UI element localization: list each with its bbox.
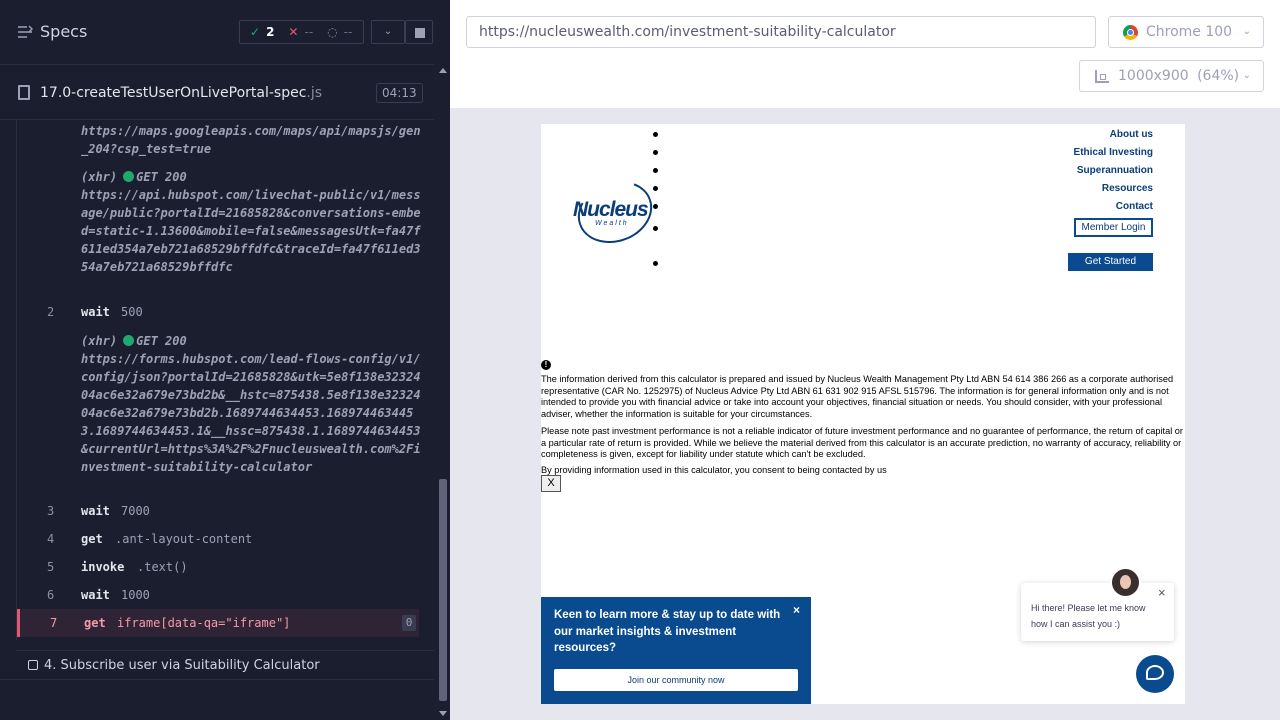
failed-count: --: [304, 25, 314, 39]
chevron-down-icon: ⌄: [1242, 26, 1251, 37]
specs-header: Specs ✓ 2 ✕ -- ◌ -- ⌄: [0, 0, 450, 64]
list-bullet: [653, 226, 658, 231]
stop-button[interactable]: [405, 20, 433, 44]
spec-duration: 04:13: [376, 83, 423, 103]
chrome-icon: [1123, 25, 1138, 40]
nav-link-about[interactable]: About us: [1110, 129, 1153, 140]
ruler-icon: [1095, 70, 1109, 83]
info-icon: !: [541, 360, 551, 370]
close-icon[interactable]: ×: [793, 603, 800, 617]
xhr-log-entry[interactable]: (xhr) GET 200 https://forms.hubspot.com/le…: [81, 332, 421, 476]
chat-message-bubble[interactable]: Hi there! Please let me know how I can a…: [1021, 583, 1174, 641]
list-bullet: [653, 261, 658, 266]
chevron-down-icon: ⌄: [1242, 70, 1251, 81]
app-under-test: Nucleus Wealth About us Ethical Investin…: [541, 124, 1185, 704]
newsletter-popup: Keen to learn more & stay up to date wit…: [541, 597, 811, 704]
close-button[interactable]: X: [541, 475, 561, 492]
checkbox-icon: [28, 660, 38, 670]
command-log: https://maps.googleapis.com/maps/api/map…: [16, 120, 434, 640]
viewport-info[interactable]: 1000x900 (64%) ⌄: [1079, 60, 1264, 92]
get-started-button[interactable]: Get Started: [1068, 253, 1153, 271]
aut-panel: https://nucleuswealth.com/investment-sui…: [450, 0, 1280, 720]
element-count-badge: 0: [402, 615, 416, 631]
command-row[interactable]: 4 get .ant-layout-content: [17, 525, 419, 553]
close-icon[interactable]: ×: [1158, 585, 1166, 600]
passed-count: 2: [266, 25, 275, 39]
check-icon: ✓: [250, 25, 261, 39]
browser-selector[interactable]: Chrome 100 ⌄: [1108, 16, 1264, 48]
list-bullet: [653, 204, 658, 209]
disclaimer-text: Please note past investment performance …: [541, 426, 1183, 459]
chevron-down-icon[interactable]: ⌄: [371, 20, 405, 44]
status-dot-icon: [123, 171, 135, 182]
x-icon: ✕: [288, 25, 299, 39]
url-bar[interactable]: https://nucleuswealth.com/investment-sui…: [466, 16, 1096, 48]
command-row-active[interactable]: 7 get iframe[data-qa="iframe"] 0: [17, 609, 419, 637]
nav-link-ethical-investing[interactable]: Ethical Investing: [1074, 147, 1153, 158]
list-bullet: [653, 150, 658, 155]
command-row[interactable]: 5 invoke .text(): [17, 553, 419, 581]
command-row[interactable]: 3 wait 7000: [17, 497, 419, 525]
scroll-down-icon[interactable]: [439, 711, 447, 716]
xhr-log-entry[interactable]: (xhr) GET 200 https://api.hubspot.com/live…: [81, 168, 421, 276]
test-stats: ✓ 2 ✕ -- ◌ --: [239, 20, 364, 44]
status-dot-icon: [123, 335, 135, 346]
browser-toolbar: https://nucleuswealth.com/investment-sui…: [450, 0, 1280, 108]
list-bullet: [653, 132, 658, 137]
command-row[interactable]: 2 wait 500: [17, 298, 419, 326]
chat-icon[interactable]: [1136, 655, 1174, 693]
list-bullet: [653, 186, 658, 191]
pending-count: --: [343, 25, 353, 39]
specs-title[interactable]: Specs: [40, 22, 87, 41]
site-logo[interactable]: Nucleus Wealth: [569, 170, 661, 254]
spec-file-row[interactable]: 17.0-createTestUserOnLivePortal-spec.js …: [0, 64, 434, 120]
chat-message: Hi there! Please let me know how I can a…: [1031, 603, 1146, 629]
disclaimer-text: The information derived from this calcul…: [541, 374, 1174, 419]
test-item[interactable]: 4. Subscribe user via Suitability Calcul…: [16, 650, 434, 680]
list-bullet: [653, 168, 658, 173]
xhr-log-entry[interactable]: https://maps.googleapis.com/maps/api/map…: [81, 122, 421, 158]
disclaimer-text: By providing information used in this ca…: [541, 465, 887, 475]
avatar: [1110, 567, 1141, 598]
popup-heading: Keen to learn more & stay up to date wit…: [554, 609, 781, 654]
spinner-icon: ◌: [327, 25, 338, 39]
file-icon: [18, 85, 30, 100]
command-row[interactable]: 6 wait 1000: [17, 581, 419, 609]
reporter-panel: Specs ✓ 2 ✕ -- ◌ -- ⌄ 17.0-createTestUse…: [0, 0, 450, 720]
join-community-button[interactable]: Join our community now: [554, 669, 798, 691]
scrollbar-thumb[interactable]: [439, 479, 447, 701]
nav-link-superannuation[interactable]: Superannuation: [1077, 165, 1153, 176]
member-login-button[interactable]: Member Login: [1074, 218, 1153, 237]
scrollbar[interactable]: [436, 64, 450, 720]
specs-icon[interactable]: [17, 24, 33, 40]
divider: [0, 679, 434, 680]
nav-link-contact[interactable]: Contact: [1116, 201, 1153, 212]
scroll-up-icon[interactable]: [439, 68, 447, 73]
stop-icon: [415, 28, 425, 38]
spec-file-name: 17.0-createTestUserOnLivePortal-spec.js: [40, 85, 323, 101]
nav-link-resources[interactable]: Resources: [1102, 183, 1153, 194]
